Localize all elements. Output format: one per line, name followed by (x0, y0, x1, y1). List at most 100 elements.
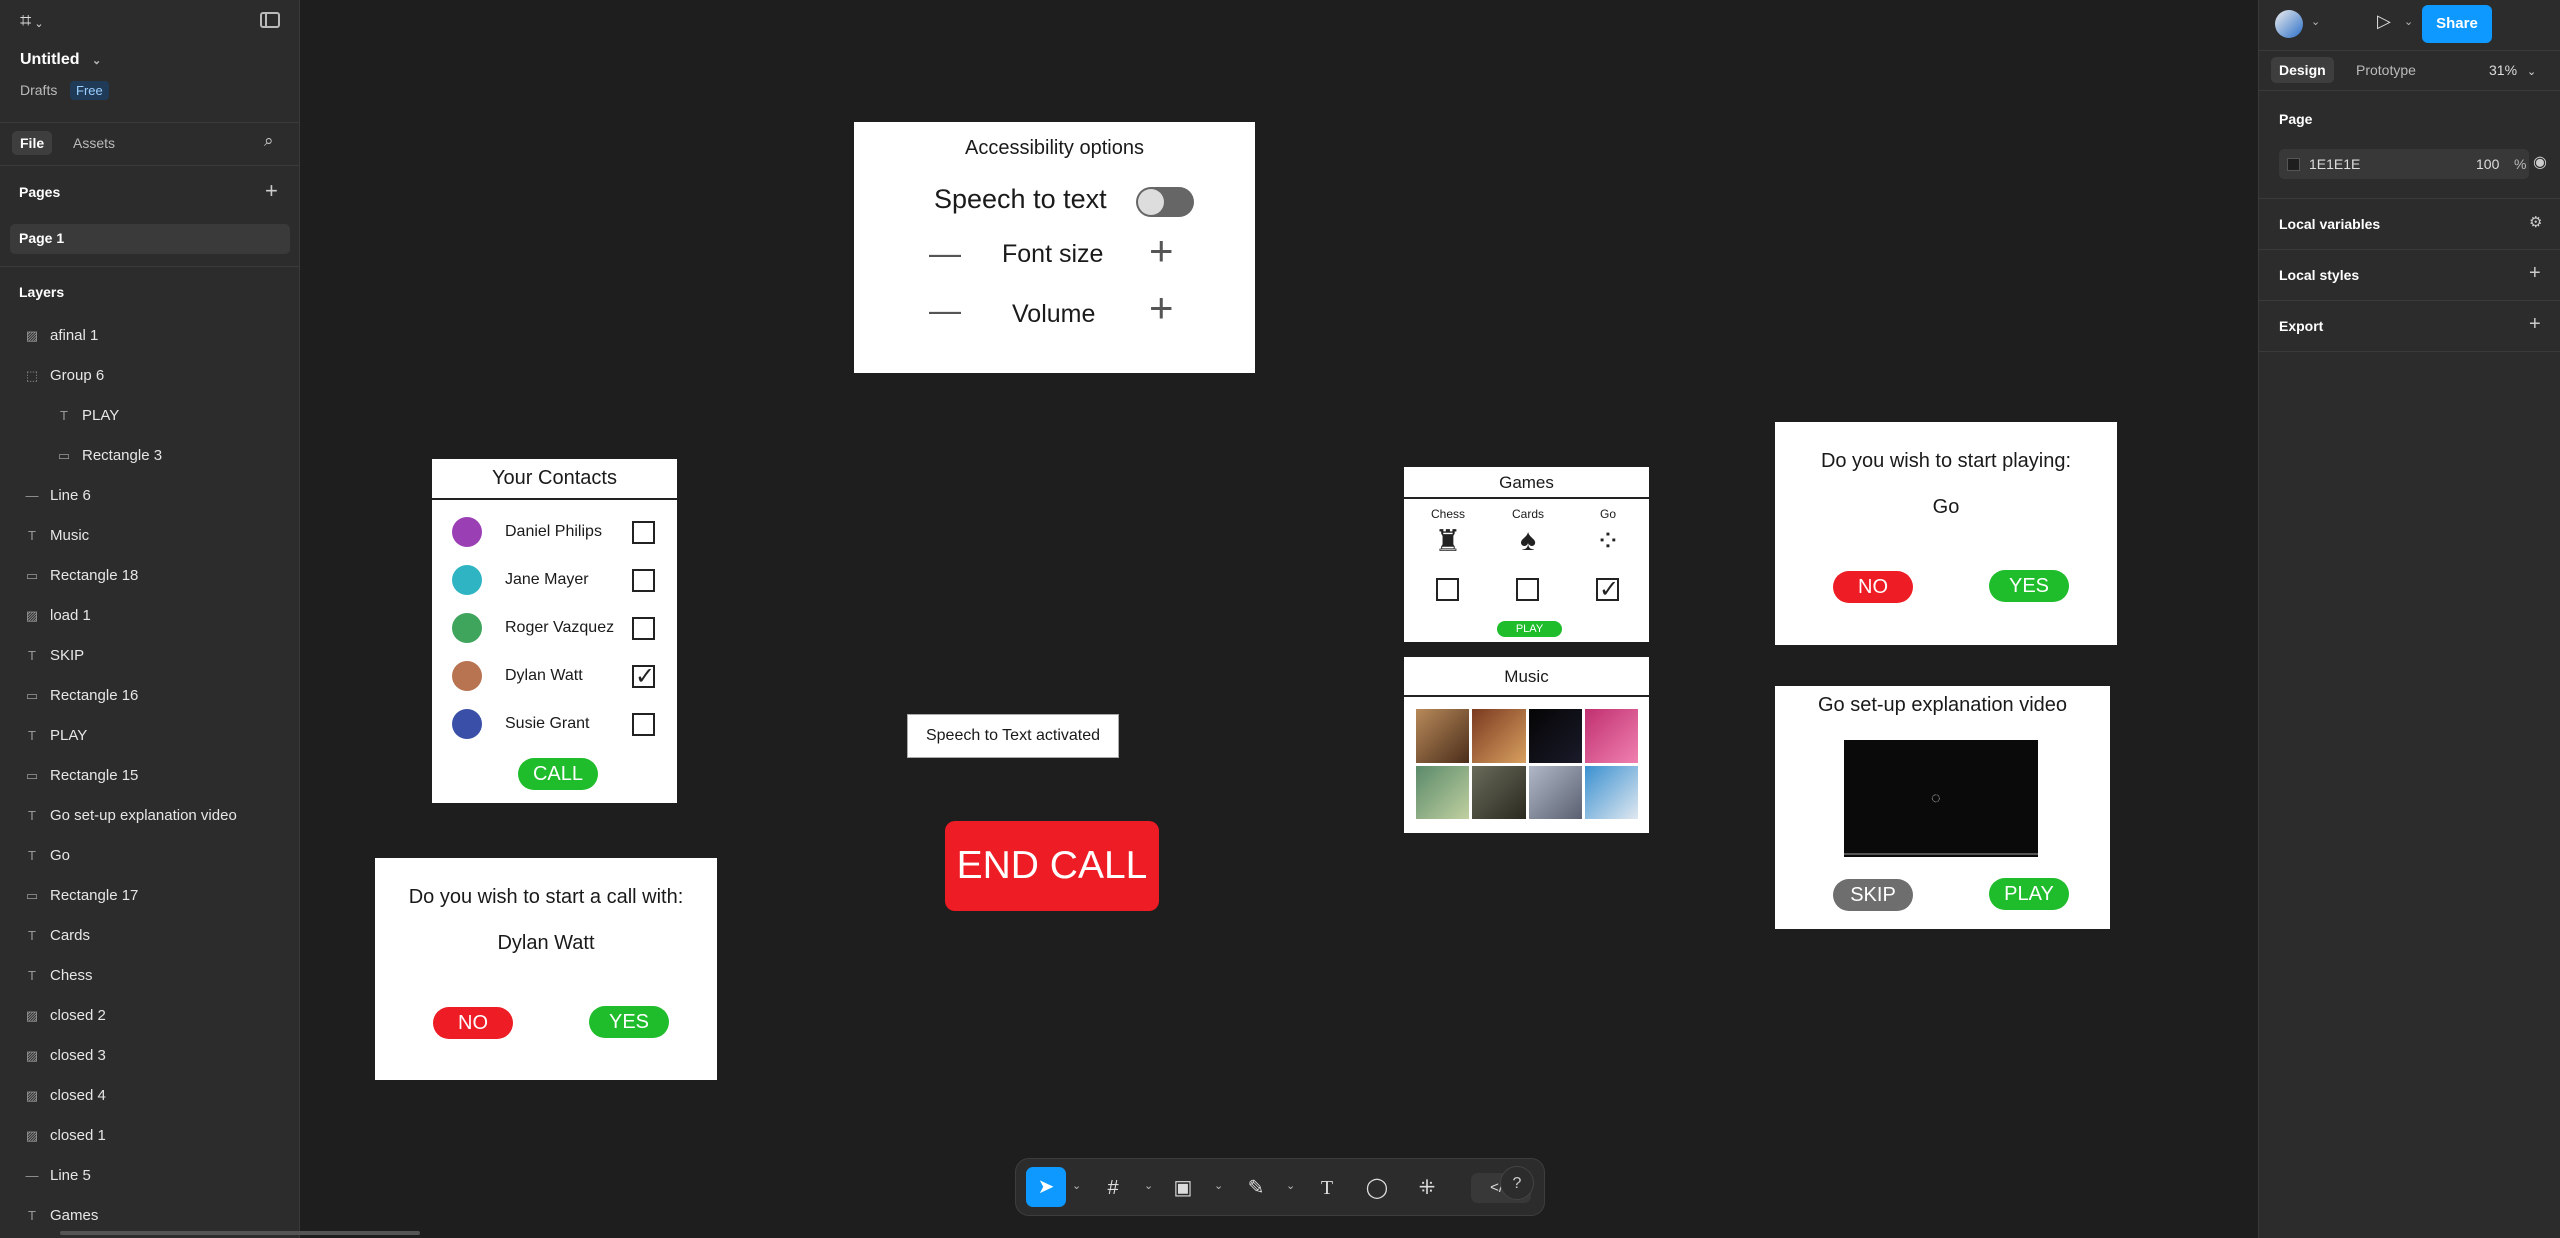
layer-item[interactable]: ⬚ Group 6 (0, 367, 300, 384)
games-frame[interactable]: Games Chess ♜ Cards ♠ Go ⁘ PLAY (1404, 467, 1649, 642)
layer-item[interactable]: T PLAY (0, 407, 300, 424)
page-item-1[interactable]: Page 1 (10, 224, 290, 254)
search-icon[interactable]: ⌕ (264, 131, 274, 151)
play-confirm-frame[interactable]: Do you wish to start playing: Go NO YES (1775, 422, 2117, 645)
add-export-icon[interactable]: + (2529, 313, 2541, 336)
layer-item[interactable]: T Go set-up explanation video (0, 807, 300, 824)
call-confirm-frame[interactable]: Do you wish to start a call with: Dylan … (375, 858, 717, 1080)
album-cover[interactable] (1584, 709, 1638, 763)
layer-item[interactable]: ▨ closed 1 (0, 1127, 300, 1144)
layer-item[interactable]: — Line 5 (0, 1167, 300, 1184)
page-color-value[interactable]: 1E1E1E (2309, 156, 2360, 172)
layer-item[interactable]: T Music (0, 527, 300, 544)
share-button[interactable]: Share (2422, 5, 2492, 43)
skip-button[interactable]: SKIP (1833, 879, 1913, 911)
tab-assets[interactable]: Assets (73, 135, 115, 151)
tab-file[interactable]: File (12, 131, 53, 155)
contacts-frame[interactable]: Your Contacts Daniel Philips Jane Mayer Ro… (432, 459, 677, 803)
layer-item[interactable]: ▭ Rectangle 18 (0, 567, 300, 584)
chevron-down-icon[interactable]: ⌄ (1144, 1179, 1153, 1192)
layer-item[interactable]: ▨ load 1 (0, 607, 300, 624)
figma-menu-icon[interactable]: ⌗ ⌄ (20, 10, 44, 33)
layer-item[interactable]: ▭ Rectangle 3 (0, 447, 300, 464)
tab-prototype[interactable]: Prototype (2356, 62, 2416, 78)
pen-tool-icon[interactable]: ✎ (1241, 1173, 1271, 1203)
accessibility-options-frame[interactable]: Accessibility options Speech to text — F… (854, 122, 1255, 373)
play-yes-button[interactable]: YES (1989, 570, 2069, 602)
add-page-icon[interactable]: + (265, 178, 278, 204)
call-yes-button[interactable]: YES (589, 1006, 669, 1038)
text-tool-icon[interactable]: T (1312, 1173, 1342, 1203)
volume-decrease-icon[interactable]: — (929, 292, 961, 329)
chevron-down-icon[interactable]: ⌄ (2404, 15, 2413, 28)
local-styles-heading[interactable]: Local styles (2279, 267, 2359, 283)
chevron-down-icon[interactable]: ⌄ (1286, 1179, 1295, 1192)
call-button[interactable]: CALL (518, 758, 598, 790)
page-color-field[interactable]: 1E1E1E 100 % (2279, 149, 2529, 179)
layer-item[interactable]: T Go (0, 847, 300, 864)
add-style-icon[interactable]: + (2529, 262, 2541, 285)
page-opacity-value[interactable]: 100 (2476, 156, 2499, 172)
contact-checkbox[interactable] (632, 713, 655, 736)
layer-item[interactable]: ▭ Rectangle 16 (0, 687, 300, 704)
games-play-button[interactable]: PLAY (1497, 621, 1562, 637)
export-heading[interactable]: Export (2279, 318, 2323, 334)
speech-toggle[interactable] (1136, 187, 1194, 217)
chevron-down-icon[interactable]: ⌄ (1072, 1179, 1081, 1192)
video-player[interactable]: ◌ (1844, 740, 2038, 857)
file-location[interactable]: Drafts (20, 82, 57, 98)
contact-checkbox[interactable] (632, 521, 655, 544)
present-play-icon[interactable]: ▷ (2377, 11, 2391, 32)
layer-item[interactable]: T Chess (0, 967, 300, 984)
layer-item[interactable]: ▨ closed 4 (0, 1087, 300, 1104)
album-cover[interactable] (1416, 765, 1470, 819)
play-no-button[interactable]: NO (1833, 571, 1913, 603)
contact-checkbox[interactable] (632, 569, 655, 592)
call-no-button[interactable]: NO (433, 1007, 513, 1039)
avatar[interactable] (2275, 10, 2303, 38)
album-cover[interactable] (1472, 709, 1526, 763)
image-tool-icon[interactable]: ▣ (1168, 1173, 1198, 1203)
layer-item[interactable]: ▨ closed 2 (0, 1007, 300, 1024)
frame-tool-icon[interactable]: # (1098, 1173, 1128, 1203)
layer-item[interactable]: ▭ Rectangle 15 (0, 767, 300, 784)
canvas[interactable]: Accessibility options Speech to text — F… (300, 0, 2258, 1238)
chevron-down-icon[interactable]: ⌄ (1214, 1179, 1223, 1192)
actions-tool-icon[interactable]: ⁜ (1412, 1173, 1442, 1203)
album-cover[interactable] (1472, 765, 1526, 819)
color-swatch[interactable] (2287, 158, 2300, 171)
zoom-level[interactable]: 31% ⌄ (2489, 62, 2536, 78)
contact-checkbox[interactable] (632, 617, 655, 640)
font-size-decrease-icon[interactable]: — (929, 235, 961, 272)
layer-item[interactable]: ▭ Rectangle 17 (0, 887, 300, 904)
end-call-button[interactable]: END CALL (945, 821, 1159, 911)
contact-checkbox[interactable] (632, 662, 655, 691)
layer-item[interactable]: T PLAY (0, 727, 300, 744)
eye-icon[interactable]: ◉ (2533, 152, 2547, 172)
layer-item[interactable]: T SKIP (0, 647, 300, 664)
help-icon[interactable]: ? (1500, 1166, 1534, 1200)
video-play-button[interactable]: PLAY (1989, 878, 2069, 910)
local-variables-heading[interactable]: Local variables (2279, 216, 2380, 232)
comment-tool-icon[interactable]: ◯ (1362, 1173, 1392, 1203)
game-checkbox[interactable] (1436, 578, 1459, 601)
layer-item[interactable]: ▨ closed 3 (0, 1047, 300, 1064)
album-cover[interactable] (1528, 765, 1582, 819)
variables-icon[interactable]: ⚙ (2529, 213, 2542, 231)
album-cover[interactable] (1416, 709, 1470, 763)
layer-item[interactable]: ▨ afinal 1 (0, 327, 300, 344)
video-frame[interactable]: Go set-up explanation video ◌ SKIP PLAY (1775, 686, 2110, 929)
layer-item[interactable]: T Cards (0, 927, 300, 944)
file-name[interactable]: Untitled ⌄ (20, 51, 101, 69)
move-tool-icon[interactable]: ➤ (1026, 1167, 1066, 1207)
layer-item[interactable]: T Games (0, 1207, 300, 1224)
game-checkbox[interactable] (1516, 578, 1539, 601)
font-size-increase-icon[interactable]: + (1149, 227, 1174, 275)
album-cover[interactable] (1528, 709, 1582, 763)
game-checkbox[interactable] (1596, 575, 1619, 604)
volume-increase-icon[interactable]: + (1149, 284, 1174, 332)
layer-item[interactable]: — Line 6 (0, 487, 300, 504)
music-frame[interactable]: Music (1404, 657, 1649, 833)
album-cover[interactable] (1584, 765, 1638, 819)
sidebar-toggle-icon[interactable] (260, 12, 280, 28)
